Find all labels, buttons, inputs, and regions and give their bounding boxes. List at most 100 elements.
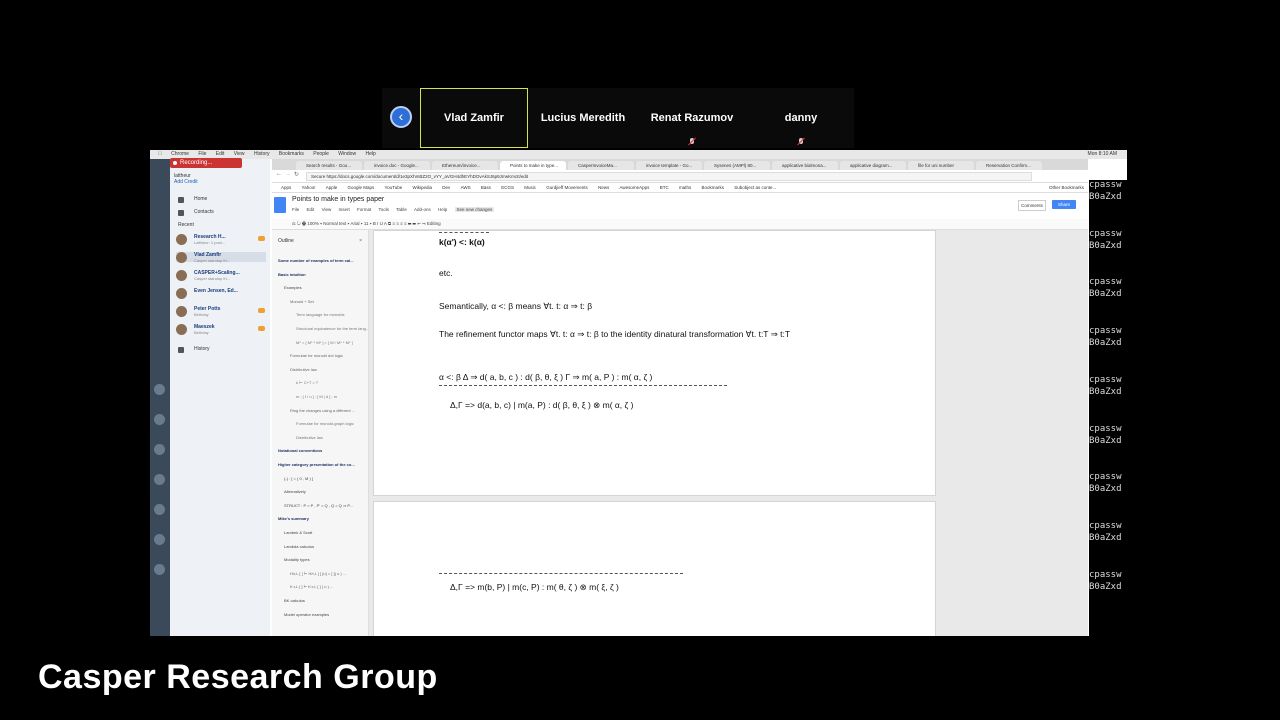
close-icon[interactable]: ×: [359, 238, 362, 244]
menu-help[interactable]: Help: [438, 207, 447, 212]
participant-tile-vlad[interactable]: Vlad Zamfir: [420, 88, 528, 148]
outline-item[interactable]: Distributive law: [290, 367, 368, 372]
browser-tab[interactable]: Search results - Goo...: [296, 161, 362, 170]
browser-tab[interactable]: invoice.doc - Google...: [364, 161, 430, 170]
outline-item[interactable]: Distributive law: [296, 435, 368, 440]
menu-item[interactable]: Edit: [216, 151, 225, 157]
outline-item[interactable]: Term language for monoids: [296, 312, 368, 317]
outline-item[interactable]: Formulae for monoid dot logic: [290, 353, 368, 358]
outline-item[interactable]: BK calculus: [284, 598, 368, 603]
outline-item[interactable]: Basic intuition: [278, 272, 368, 277]
avatar[interactable]: [154, 444, 165, 455]
outline-item[interactable]: (-) : [ = ( 0 , M ) ]: [284, 476, 368, 481]
toolbar-controls[interactable]: ⎌ ↻ 🖶 100% ▾ Normal text ▾ Arial ▾ 11 ▾ …: [292, 221, 441, 226]
outline-item[interactable]: Alternatively: [284, 489, 368, 494]
document-page[interactable]: k(α') <: k(α) etc. Semantically, α <: β …: [373, 230, 936, 496]
bookmark-item[interactable]: Apps: [281, 185, 291, 190]
bookmark-item[interactable]: Bass: [481, 185, 491, 190]
outline-item[interactable]: Lambda calculus: [284, 544, 368, 549]
url-field[interactable]: Secure https://docs.google.com/document/…: [306, 172, 1032, 181]
menu-file[interactable]: File: [292, 207, 299, 212]
bookmark-item[interactable]: maths: [679, 185, 691, 190]
bookmark-item[interactable]: Gurdjieff Movements: [546, 185, 587, 190]
contact-item[interactable]: Even Jensen, Ed...: [176, 288, 266, 299]
back-icon[interactable]: ←: [276, 171, 282, 177]
contact-item[interactable]: Maeszek Birthday: [176, 324, 266, 335]
browser-tab[interactable]: invoice template - Go...: [636, 161, 702, 170]
menu-insert[interactable]: Insert: [339, 207, 350, 212]
bookmark-item[interactable]: News: [598, 185, 609, 190]
add-credit-link[interactable]: Add Credit: [174, 179, 198, 185]
browser-tab[interactable]: Reservation Confirm...: [976, 161, 1042, 170]
menu-item[interactable]: Bookmarks: [279, 151, 304, 157]
browser-tab[interactable]: applicative bialmona...: [772, 161, 838, 170]
bookmark-item[interactable]: Bookmarks: [702, 185, 725, 190]
bookmark-item[interactable]: Yahoo!: [302, 185, 316, 190]
bookmark-item[interactable]: Other Bookmarks: [1049, 183, 1084, 192]
menu-item[interactable]: Window: [338, 151, 356, 157]
skype-user[interactable]: lattheur Add Credit: [174, 173, 198, 185]
outline-item[interactable]: Higher category presentation of the co..…: [278, 462, 368, 467]
outline-item[interactable]: k ⊢ C+T = T: [296, 380, 368, 385]
menu-item[interactable]: Help: [365, 151, 375, 157]
bookmark-item[interactable]: Apple: [326, 185, 338, 190]
share-button[interactable]: Share: [1052, 200, 1076, 209]
contact-item[interactable]: CASPER+Scaling... Casper standup fri...: [176, 270, 266, 281]
browser-tab[interactable]: Ethereum/invoice...: [432, 161, 498, 170]
bookmark-item[interactable]: Google Maps: [348, 185, 375, 190]
avatar[interactable]: [154, 534, 165, 545]
menu-item[interactable]: File: [198, 151, 206, 157]
browser-tab[interactable]: CasperInvoiceMa...: [568, 161, 634, 170]
menu-item[interactable]: Chrome: [171, 151, 189, 157]
participant-tile-danny[interactable]: danny: [747, 88, 855, 148]
outline-item[interactable]: Ring the changes using a different ...: [290, 408, 368, 413]
bookmark-item[interactable]: Subobject as conte...: [734, 185, 776, 190]
bookmark-item[interactable]: Wikipedia: [413, 185, 433, 190]
menu-tools[interactable]: Tools: [378, 207, 389, 212]
outline-item[interactable]: Structural equivalence for the term lang…: [296, 326, 368, 331]
outline-item[interactable]: H/r,L [ ] ⊢ H/r,L [ ] [u] = [ ]( u ) ...: [290, 571, 368, 576]
browser-tab[interactable]: Sysenes (AMPl) 80...: [704, 161, 770, 170]
see-new-changes-link[interactable]: See new changes: [454, 207, 495, 212]
avatar[interactable]: [154, 414, 165, 425]
contact-item[interactable]: Research H... Lattheur: 1 post...: [176, 234, 266, 245]
outline-item[interactable]: Lambek & Scott: [284, 530, 368, 535]
outline-item[interactable]: M* = [ M* * M* ] = [ M / M* * M* ]: [296, 340, 368, 345]
menu-edit[interactable]: Edit: [307, 207, 315, 212]
participant-tile-lucius[interactable]: Lucius Meredith: [529, 88, 637, 148]
back-arrow-icon[interactable]: ‹: [390, 106, 412, 128]
browser-tab[interactable]: file for uni number: [908, 161, 974, 170]
docs-logo-icon[interactable]: [274, 197, 286, 213]
outline-item[interactable]: Some number of examples of term cal...: [278, 258, 368, 263]
bookmark-item[interactable]: AwesomeApps: [620, 185, 650, 190]
bookmark-item[interactable]: AWS: [461, 185, 471, 190]
avatar[interactable]: [154, 504, 165, 515]
bookmark-item[interactable]: Dev: [442, 185, 450, 190]
contact-item[interactable]: Vlad Zamfir Casper standup fri...: [176, 252, 266, 263]
menu-item[interactable]: View: [234, 151, 245, 157]
outline-item[interactable]: Modality types: [284, 557, 368, 562]
bookmark-item[interactable]: YouTube: [385, 185, 403, 190]
nav-contacts[interactable]: Contacts: [194, 209, 214, 215]
contact-item[interactable]: Peter Potts Birthday: [176, 306, 266, 317]
nav-history[interactable]: History: [194, 346, 210, 352]
outline-item[interactable]: Examples: [284, 285, 368, 290]
avatar[interactable]: [154, 384, 165, 395]
menu-view[interactable]: View: [322, 207, 332, 212]
comments-button[interactable]: Comments: [1018, 200, 1046, 211]
bookmark-item[interactable]: ECGS: [501, 185, 514, 190]
reload-icon[interactable]: ↻: [294, 171, 299, 178]
nav-home[interactable]: Home: [194, 196, 207, 202]
bookmark-item[interactable]: BTC: [660, 185, 669, 190]
outline-item[interactable]: Notational conventions: [278, 448, 368, 453]
outline-item[interactable]: Monoid + Set: [290, 299, 368, 304]
menu-item[interactable]: People: [313, 151, 329, 157]
outline-item[interactable]: K:r,L [ ] ⊢ K:r,L [ ] ( u ) ...: [290, 584, 368, 589]
outline-item[interactable]: STRUCT : P = P , P' = Q , Q = Q ⇒ P...: [284, 503, 368, 508]
forward-icon[interactable]: →: [285, 171, 291, 177]
avatar[interactable]: [154, 564, 165, 575]
outline-item[interactable]: Mike's summary: [278, 516, 368, 521]
outline-item[interactable]: Formulae for monoid-graph logic: [296, 421, 368, 426]
browser-tab-active[interactable]: Points to make in type...: [500, 161, 566, 170]
browser-tab[interactable]: applicative diagram...: [840, 161, 906, 170]
